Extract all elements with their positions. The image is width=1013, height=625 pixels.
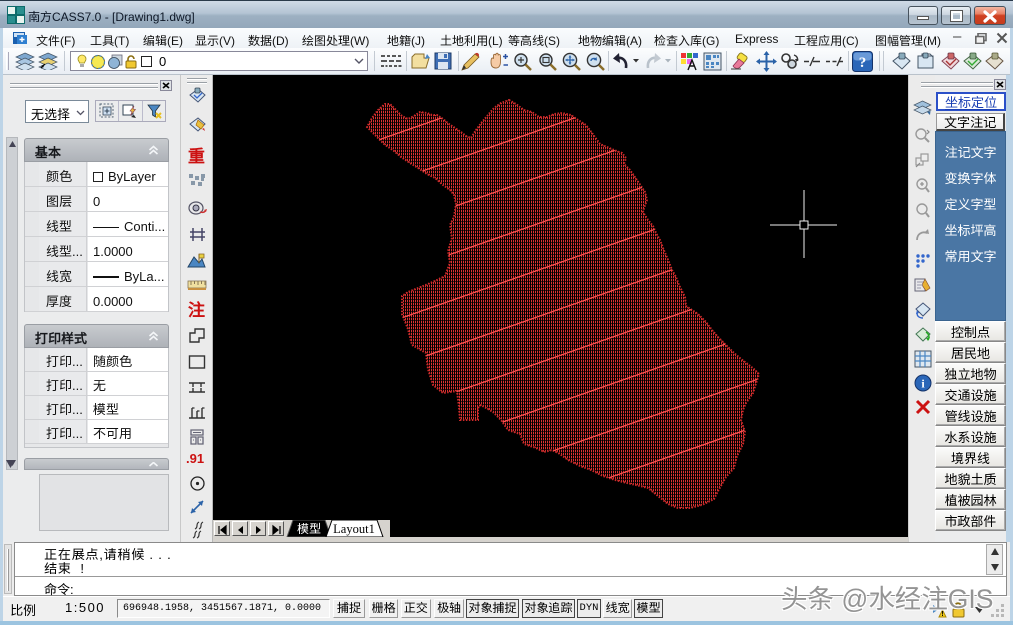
- svg-text:?: ?: [859, 55, 867, 71]
- svg-text:模型: 模型: [297, 520, 321, 537]
- svg-text:Layout1: Layout1: [333, 522, 375, 536]
